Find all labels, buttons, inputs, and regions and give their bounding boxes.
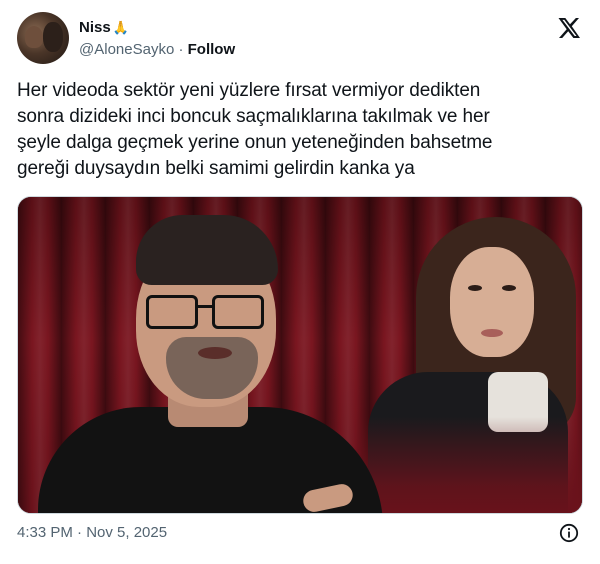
display-name-row[interactable]: Niss 🙏	[79, 18, 235, 38]
woman-eye	[468, 285, 482, 291]
timestamp[interactable]: 4:33 PM · Nov 5, 2025	[17, 524, 167, 541]
glasses-lens	[146, 295, 198, 329]
man-hair	[136, 215, 278, 285]
woman-eye	[502, 285, 516, 291]
name-emoji: 🙏	[112, 21, 129, 36]
user-info: Niss 🙏 @AloneSayko · Follow	[79, 18, 235, 60]
avatar[interactable]	[17, 12, 69, 64]
separator: ·	[174, 41, 188, 58]
tweet-header: Niss 🙏 @AloneSayko · Follow	[17, 12, 583, 66]
avatar-shape	[43, 22, 63, 52]
woman-face	[450, 247, 534, 357]
x-logo-icon[interactable]	[557, 16, 581, 40]
man-mouth	[198, 347, 232, 359]
follow-button[interactable]: Follow	[188, 41, 236, 58]
woman-fade-overlay	[358, 417, 582, 513]
tweet-media[interactable]	[17, 196, 583, 514]
handle-line: @AloneSayko · Follow	[79, 40, 235, 60]
display-name[interactable]: Niss	[79, 19, 111, 36]
user-handle[interactable]: @AloneSayko	[79, 41, 174, 58]
woman-lips	[481, 329, 503, 337]
glasses-bridge	[198, 305, 212, 308]
info-icon[interactable]	[559, 523, 579, 543]
tweet-text: Her videoda sektör yeni yüzlere fırsat v…	[17, 80, 493, 179]
glasses-lens	[212, 295, 264, 329]
avatar-shape	[25, 26, 43, 48]
tweet-footer: 4:33 PM · Nov 5, 2025	[17, 522, 583, 544]
